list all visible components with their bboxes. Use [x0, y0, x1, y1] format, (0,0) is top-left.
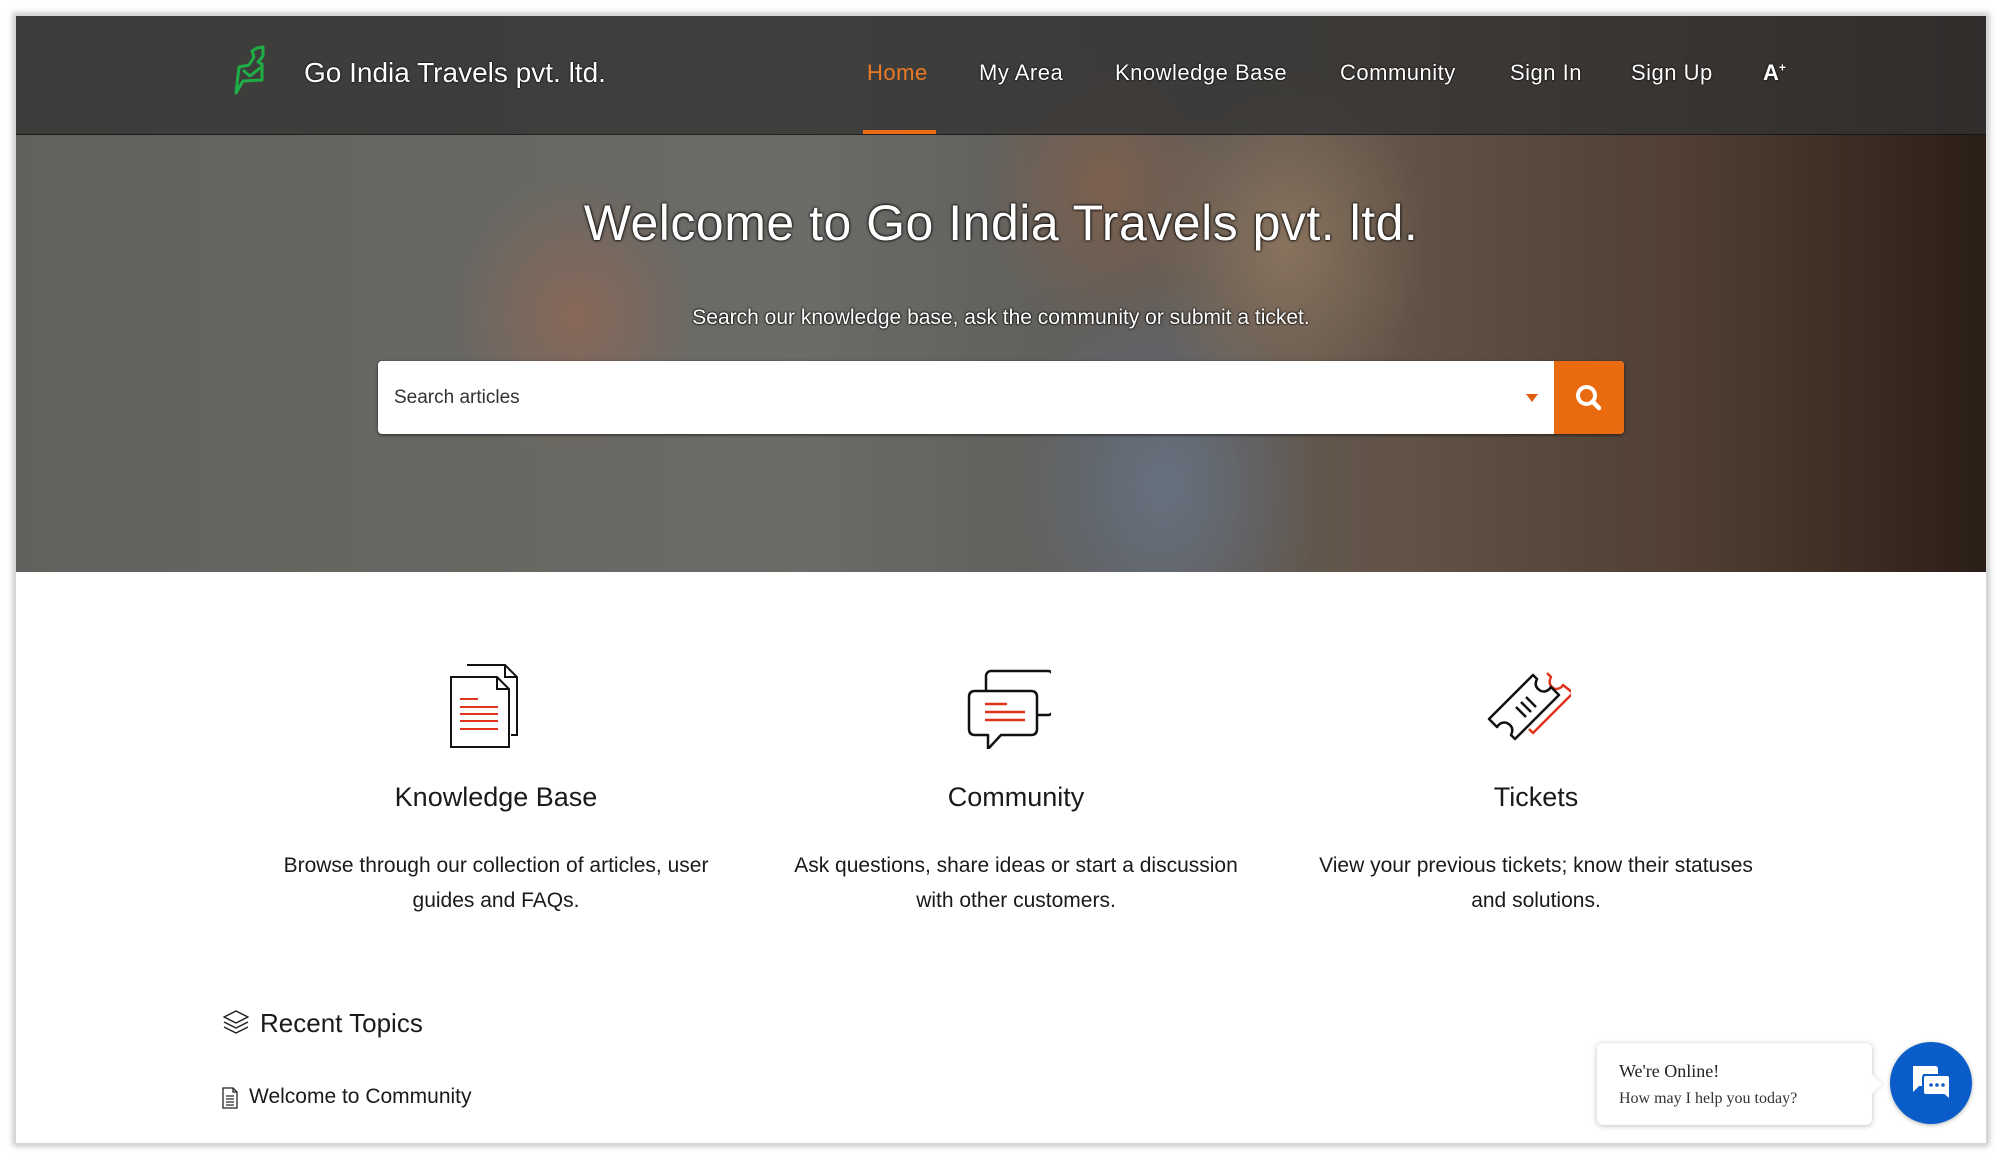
tickets-icon: [1487, 672, 1571, 741]
feature-title: Tickets: [1493, 782, 1579, 812]
font-size-plus: +: [1778, 60, 1786, 75]
chat-icon: [1913, 1066, 1951, 1103]
chat-launcher-button[interactable]: [1890, 1042, 1972, 1124]
feature-description: Browse through our collection of article…: [256, 848, 736, 918]
feature-description-line: guides and FAQs.: [412, 889, 580, 912]
hero-subtitle: Search our knowledge base, ask the commu…: [692, 306, 1310, 329]
feature-title: Community: [947, 782, 1085, 812]
search-button[interactable]: [1554, 361, 1624, 434]
feature-description-line: and solutions.: [1471, 889, 1601, 912]
feature-description-line: Browse through our collection of article…: [283, 854, 709, 877]
brand-name[interactable]: Go India Travels pvt. ltd.: [304, 57, 606, 89]
nav-my-area[interactable]: My Area: [979, 60, 1063, 86]
document-icon: [222, 1087, 238, 1109]
search-icon: [1576, 384, 1602, 410]
search-bar: [378, 361, 1624, 434]
recent-topic-item[interactable]: Welcome to Community: [249, 1085, 472, 1109]
feature-description-line: with other customers.: [916, 889, 1116, 912]
feature-description: View your previous tickets; know their s…: [1296, 848, 1776, 918]
feature-description: Ask questions, share ideas or start a di…: [776, 848, 1256, 918]
header: Go India Travels pvt. ltd. Home My Area …: [16, 16, 1986, 135]
nav-community[interactable]: Community: [1340, 60, 1456, 86]
active-nav-indicator: [863, 130, 936, 134]
nav-home[interactable]: Home: [867, 60, 928, 86]
chat-check-logo-icon[interactable]: [230, 44, 280, 104]
page-frame: Go India Travels pvt. ltd. Home My Area …: [15, 15, 1987, 1144]
hero-title: Welcome to Go India Travels pvt. ltd.: [583, 195, 1419, 251]
feature-description-line: View your previous tickets; know their s…: [1319, 854, 1753, 877]
chat-greeting-bubble[interactable]: We're Online! How may I help you today?: [1597, 1043, 1872, 1125]
font-size-icon: A: [1763, 60, 1779, 85]
chat-greeting-message: How may I help you today?: [1619, 1090, 1798, 1107]
feature-description-line: Ask questions, share ideas or start a di…: [794, 854, 1238, 877]
nav-sign-in[interactable]: Sign In: [1510, 60, 1582, 86]
caret-down-icon[interactable]: [1526, 393, 1538, 402]
nav-knowledge-base[interactable]: Knowledge Base: [1115, 60, 1287, 86]
search-input[interactable]: [378, 361, 1526, 434]
chat-greeting-title: We're Online!: [1619, 1061, 1720, 1081]
nav-sign-up[interactable]: Sign Up: [1631, 60, 1713, 86]
font-size-toggle[interactable]: A+: [1763, 60, 1786, 86]
recent-topics-title: Recent Topics: [260, 1008, 423, 1038]
layers-icon: [223, 1010, 249, 1034]
documents-icon: [450, 664, 518, 748]
chat-bubbles-icon: [967, 669, 1051, 749]
feature-title: Knowledge Base: [394, 782, 598, 812]
